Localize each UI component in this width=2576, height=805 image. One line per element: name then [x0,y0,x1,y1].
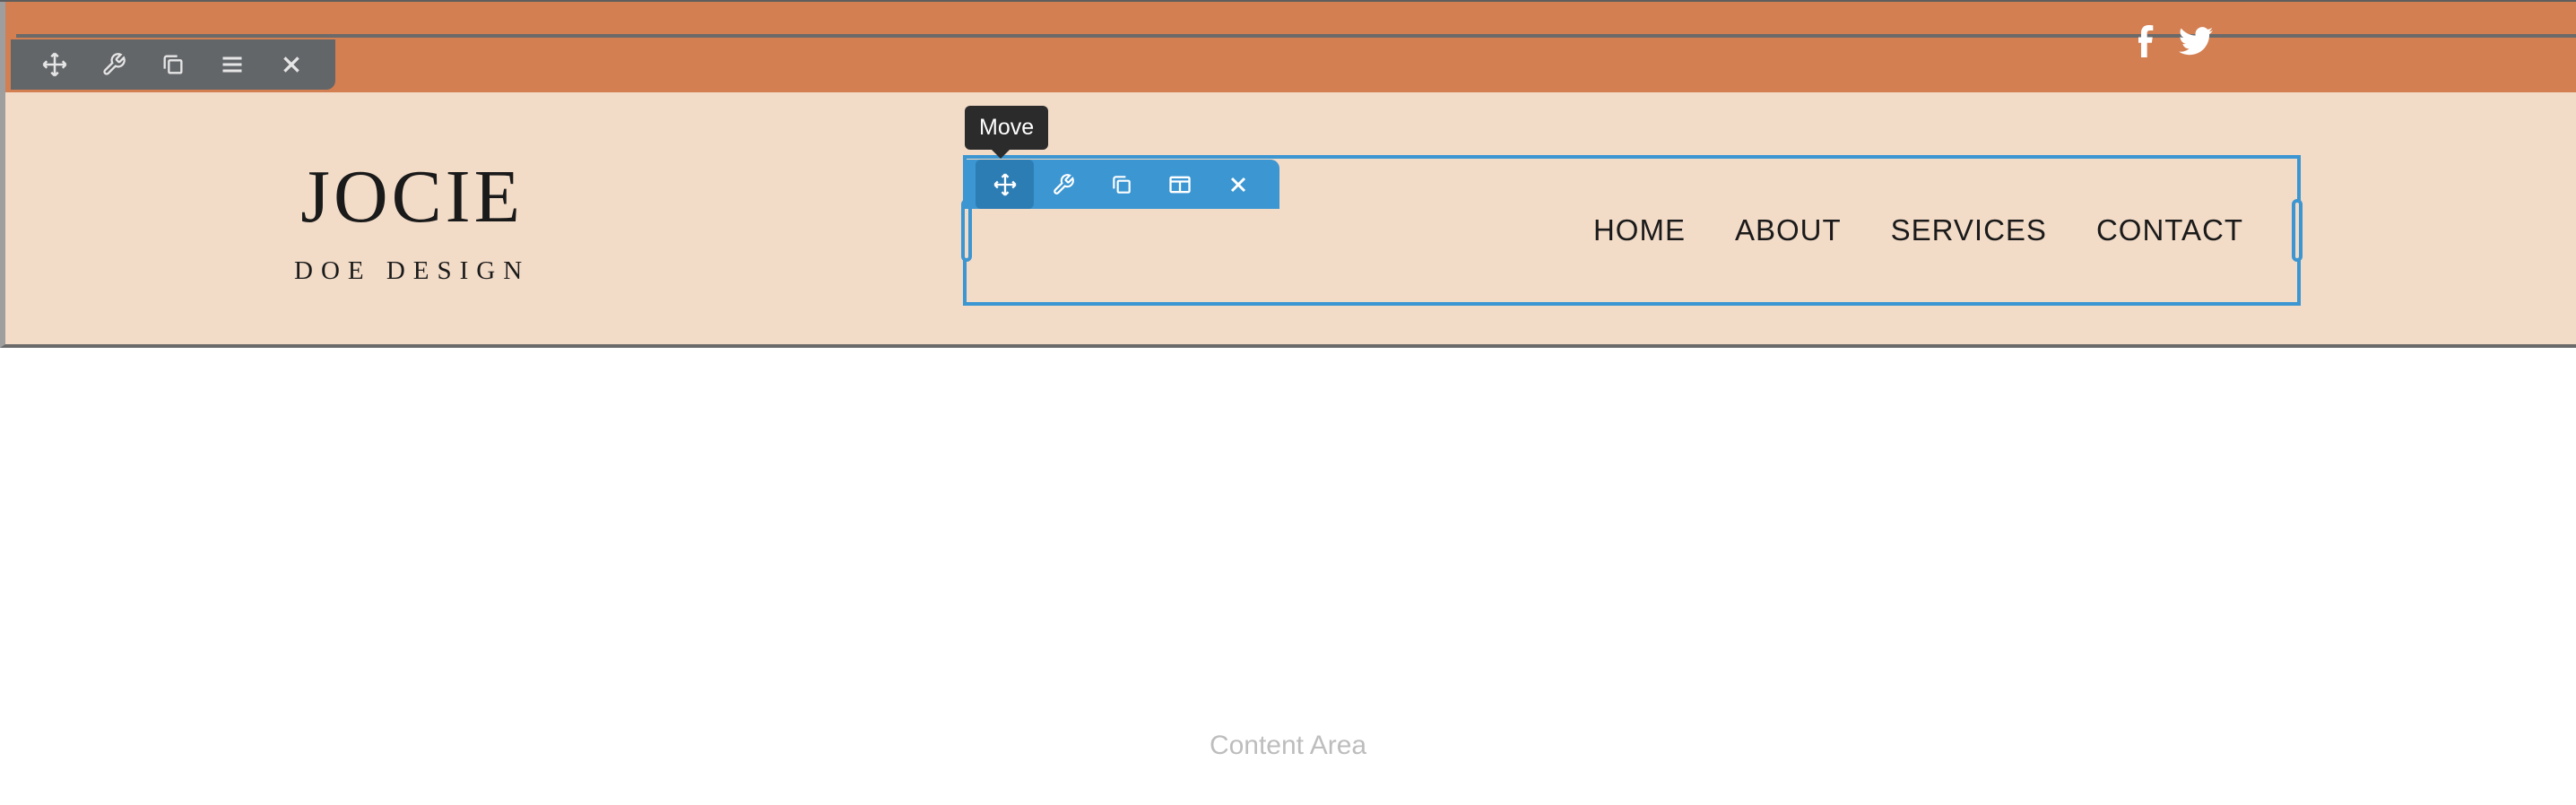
top-orange-bar [0,0,2576,92]
social-icons-container [2138,25,2213,62]
settings-element-button[interactable] [1034,160,1092,209]
resize-handle-right[interactable] [2292,199,2303,262]
content-area[interactable]: Content Area [0,731,2576,761]
logo-title: JOCIE [294,153,530,240]
outer-rule [0,0,2576,2]
nav-item-contact[interactable]: CONTACT [2096,213,2243,247]
nav-menu: HOME ABOUT SERVICES CONTACT [1593,213,2243,247]
logo-block: JOCIE DOE DESIGN [294,153,530,286]
close-section-button[interactable] [262,39,321,90]
facebook-icon[interactable] [2138,25,2156,62]
move-tooltip: Move [965,106,1048,150]
element-editor-toolbar [963,160,1279,209]
content-area-placeholder: Content Area [1210,731,1366,760]
tooltip-text: Move [979,115,1034,140]
nav-item-services[interactable]: SERVICES [1891,213,2047,247]
move-element-button[interactable] [976,160,1034,209]
duplicate-element-button[interactable] [1092,160,1150,209]
menu-section-button[interactable] [203,39,262,90]
header-section: JOCIE DOE DESIGN Move HOME ABOUT SERVICE… [0,92,2576,348]
nav-item-home[interactable]: HOME [1593,213,1686,247]
logo-subtitle: DOE DESIGN [294,256,530,286]
section-editor-toolbar [11,39,335,90]
close-element-button[interactable] [1209,160,1267,209]
twitter-icon[interactable] [2179,27,2213,60]
move-section-button[interactable] [25,39,84,90]
settings-section-button[interactable] [84,39,143,90]
nav-item-about[interactable]: ABOUT [1735,213,1842,247]
layout-element-button[interactable] [1150,160,1209,209]
duplicate-section-button[interactable] [143,39,203,90]
